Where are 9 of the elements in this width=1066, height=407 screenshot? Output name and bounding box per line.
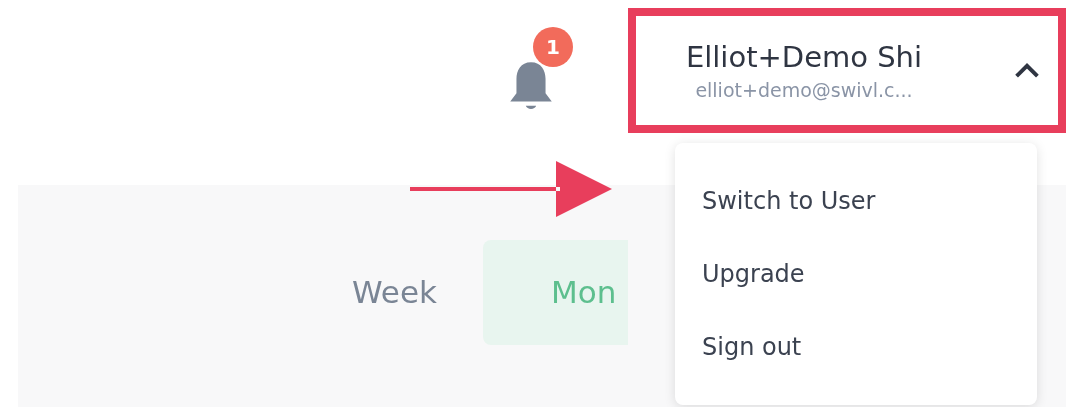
menu-item[interactable]: Sign out [675, 310, 1037, 383]
chevron-icon [1014, 62, 1040, 79]
user-email: elliot+demo@swivl.c... [695, 78, 913, 103]
account-menu-button[interactable]: Elliot+Demo Shi elliot+demo@swivl.c... [636, 16, 1040, 125]
notification-badge: 1 [533, 27, 573, 67]
view-tab[interactable]: Week [318, 240, 471, 345]
menu-item[interactable]: Upgrade [675, 237, 1037, 311]
user-name: Elliot+Demo Shi [685, 38, 923, 75]
menu-item[interactable]: Switch to User [675, 165, 1037, 238]
